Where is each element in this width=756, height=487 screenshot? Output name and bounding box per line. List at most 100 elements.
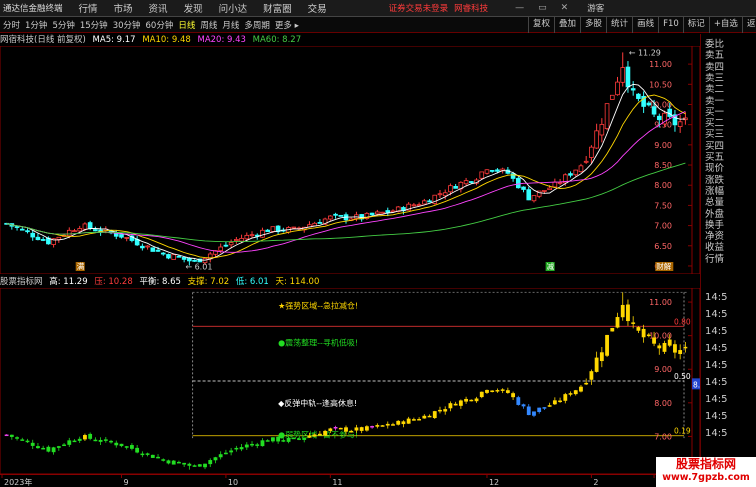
menu-market[interactable]: 市场	[114, 1, 133, 15]
indicator-bar	[667, 339, 672, 346]
candle-body	[19, 228, 25, 231]
indicator-bar	[333, 427, 338, 429]
login-warning[interactable]: 证券交易未登录	[389, 2, 449, 14]
period-tab-0[interactable]: 分时	[3, 19, 20, 31]
period-tab-3[interactable]: 15分钟	[80, 19, 108, 31]
tick-time-2: 14:5	[705, 326, 728, 337]
indicator-bar	[166, 460, 171, 464]
event-marker[interactable]: 财解	[656, 261, 671, 271]
indicator-high: 高: 11.29	[49, 277, 88, 287]
toolbar-button-2[interactable]: 多股	[580, 17, 606, 33]
zone-label: ★强势区域--急拉减仓!	[278, 300, 358, 310]
tick-time-6: 14:5	[705, 394, 728, 405]
toolbar-button-0[interactable]: 复权	[528, 17, 554, 33]
quote-field-19: 行情	[705, 253, 725, 265]
date-tick-label: 2023年	[4, 477, 32, 487]
period-tab-2[interactable]: 5分钟	[52, 19, 74, 31]
menu-discover[interactable]: 发现	[184, 1, 203, 15]
candle-body	[677, 121, 683, 127]
menu-news[interactable]: 资讯	[149, 1, 168, 15]
indicator-bar	[479, 391, 484, 398]
menu-quotes[interactable]: 行情	[79, 1, 98, 15]
indicator-svg[interactable]: 0.80 0.50 0.19 ★强势区域--急拉减仓! ●震荡整理--寻机低吸! ◆反弹中…	[0, 287, 710, 475]
app-window: 通达信金融终端 行情 市场 资讯 发现 问小达 财富圈 交易 证券交易未登录 网…	[0, 0, 756, 487]
indicator-bar	[605, 334, 609, 356]
indicator-bar	[213, 457, 218, 461]
toolbar-button-8[interactable]: 返回	[741, 17, 756, 33]
indicator-bar	[156, 456, 160, 459]
candlestick-svg[interactable]: 11.0010.5010.009.509.008.508.007.507.006…	[0, 45, 701, 275]
toolbar-button-3[interactable]: 统计	[606, 17, 632, 33]
indicator-bar	[302, 437, 307, 440]
indicator-bar	[568, 393, 573, 395]
period-tab-6[interactable]: 日线	[178, 19, 195, 31]
menu-wealth[interactable]: 财富圈	[263, 1, 292, 15]
indicator-bar	[119, 443, 124, 447]
candlestick-chart[interactable]: 11.00 10.50 10.00 9.50 9.00 8.50 8.00 7.50 7.00 6…	[0, 45, 701, 275]
candle-body	[583, 160, 589, 163]
period-tab-5[interactable]: 60分钟	[146, 19, 174, 31]
stock-title: 网宿科技(日线 前复权)	[0, 35, 86, 45]
candle-body	[25, 230, 30, 233]
candle-body	[187, 258, 192, 262]
event-marker[interactable]: 减	[547, 261, 555, 271]
candle-body	[333, 213, 338, 216]
candle-body	[77, 228, 83, 232]
toolbar-button-6[interactable]: 标记	[682, 17, 709, 33]
chart-toolbar: 复权叠加多股统计画线F10标记+自选返回	[528, 17, 756, 33]
toolbar-button-4[interactable]: 画线	[632, 17, 658, 33]
date-tick-label: 2	[593, 478, 598, 487]
period-tab-1[interactable]: 1分钟	[25, 19, 47, 31]
toolbar-button-5[interactable]: F10	[658, 17, 683, 33]
toolbar-button-7[interactable]: +自选	[708, 17, 742, 33]
guest-label[interactable]: 游客	[587, 2, 604, 14]
candle-body	[620, 67, 626, 83]
period-tab-4[interactable]: 30分钟	[113, 19, 141, 31]
indicator-bar	[511, 393, 515, 398]
indicator-bar	[171, 460, 176, 465]
tick-time-8: 14:5	[705, 428, 728, 439]
candle-body	[140, 245, 145, 249]
candle-body	[56, 236, 62, 240]
indicator-bar	[683, 346, 688, 349]
candle-body	[599, 124, 605, 136]
level-label: 0.80	[674, 317, 691, 326]
indicator-bar	[573, 390, 578, 395]
menu-trade[interactable]: 交易	[308, 1, 327, 15]
tick-time-1: 14:5	[705, 309, 728, 320]
indicator-bar	[67, 440, 72, 445]
period-tab-7[interactable]: 周线	[200, 19, 217, 31]
indicator-balance: 平衡: 8.65	[139, 277, 181, 287]
indicator-bar	[563, 394, 568, 401]
zone-label: ◆反弹中轨--逢高休息!	[278, 398, 357, 408]
minimize-icon[interactable]: —	[515, 3, 524, 13]
candle-body	[30, 232, 36, 238]
indicator-bar	[291, 437, 296, 440]
candle-body	[573, 169, 579, 176]
candle-body	[166, 254, 171, 259]
indicator-bar	[93, 439, 98, 442]
period-tab-10[interactable]: 更多 ▸	[275, 19, 299, 31]
indicator-bar	[631, 322, 636, 324]
indicator-bar	[323, 430, 328, 436]
close-icon[interactable]: ✕	[561, 3, 569, 13]
event-marker[interactable]: 满	[77, 261, 85, 271]
indicator-chart[interactable]: 0.80 0.50 0.19 ★强势区域--急拉减仓! ●震荡整理--寻机低吸! ◆反弹中…	[0, 287, 710, 475]
indicator-bar	[77, 438, 82, 441]
candle-body	[427, 200, 432, 203]
title-bar: 通达信金融终端 行情 市场 资讯 发现 问小达 财富圈 交易 证券交易未登录 网…	[0, 0, 756, 17]
period-tab-8[interactable]: 月线	[222, 19, 239, 31]
candle-body	[40, 239, 46, 241]
candle-body	[239, 238, 244, 242]
menu-assistant[interactable]: 问小达	[219, 1, 248, 15]
candle-body	[411, 204, 417, 207]
indicator-bar	[103, 439, 108, 441]
low-annotation: ← 6.01	[185, 263, 212, 272]
indicator-bar	[521, 404, 526, 407]
restore-icon[interactable]: ▭	[538, 3, 547, 13]
candle-body	[547, 187, 552, 191]
toolbar-button-1[interactable]: 叠加	[554, 17, 580, 33]
indicator-tick-label: 7.00	[654, 432, 672, 441]
candle-body	[338, 214, 344, 217]
period-tab-9[interactable]: 多周期	[244, 19, 270, 31]
